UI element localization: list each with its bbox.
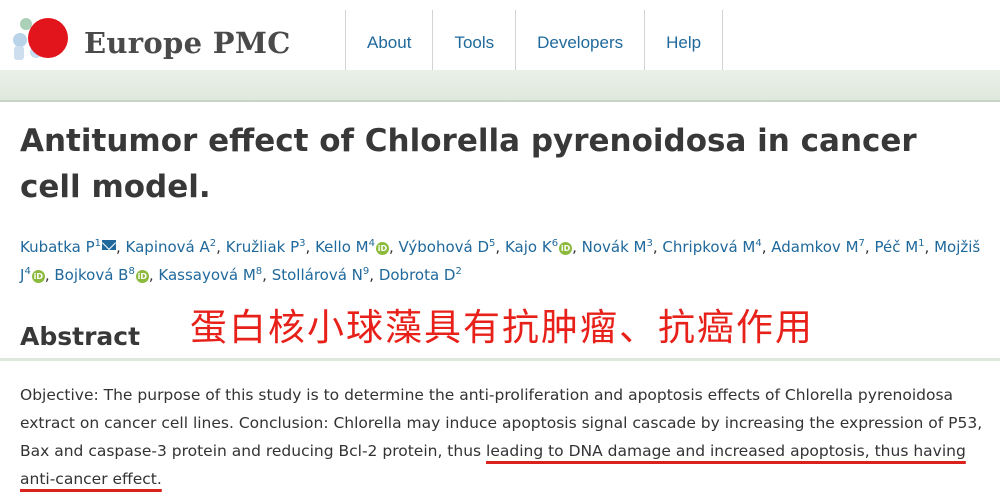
author-name: Adamkov M [771,238,859,256]
author-name: Kajo K [504,238,552,256]
author-separator: , [116,238,126,256]
author-name: Stollárová N [271,266,363,284]
mail-icon[interactable] [102,240,116,250]
author-separator: , [148,266,159,284]
affiliation-number: 8 [128,266,135,277]
article-title: Antitumor effect of Chlorella pyrenoidos… [20,123,917,205]
author-name: Chripková M [662,238,756,256]
nav-tools[interactable]: Tools [432,10,515,70]
site-header: Europe PMC About Tools Developers Help [0,0,1000,70]
author-name: Bojková B [54,266,129,284]
author-link[interactable]: Kapinová A2 [126,238,217,256]
author-link[interactable]: Dobrota D2 [379,266,462,284]
orcid-icon[interactable]: iD [559,242,573,255]
author-separator: , [572,238,582,256]
author-separator: , [652,238,663,256]
affiliation-number: 6 [551,238,559,249]
header-band-shadow [0,100,1000,102]
author-link[interactable]: Kubatka P1 [20,238,116,256]
author-separator: , [369,266,379,284]
author-link[interactable]: Kello M4 iD [315,238,389,256]
affiliation-number: 2 [455,266,462,277]
author-name: Dobrota D [378,266,456,284]
author-separator: , [262,266,272,284]
author-link[interactable]: Péč M1 [874,238,924,256]
author-name: Novák M [581,238,647,256]
orcid-icon[interactable]: iD [375,242,389,255]
author-link[interactable]: Novák M3 [582,238,653,256]
author-link[interactable]: Chripková M4 [662,238,761,256]
author-separator: , [388,238,399,256]
author-link[interactable]: Bojková B8 iD [54,266,149,284]
author-name: Kello M [315,238,369,256]
abstract-heading: Abstract [20,322,141,351]
nav-help[interactable]: Help [644,10,724,70]
author-separator: , [761,238,772,256]
author-separator: , [924,238,935,256]
author-separator: , [495,238,505,256]
main-nav: About Tools Developers Help [345,10,724,70]
author-list: Kubatka P1, Kapinová A2, Kružliak P3, Ke… [20,233,985,289]
abstract-text: Objective: The purpose of this study is … [20,381,995,493]
author-separator: , [44,266,55,284]
chinese-annotation: 蛋白核小球藻具有抗肿瘤、抗癌作用 [190,306,814,349]
author-name: Kapinová A [125,238,210,256]
author-name: Kružliak P [225,238,300,256]
orcid-icon[interactable]: iD [31,270,45,283]
author-link[interactable]: Výbohová D5 [399,238,496,256]
author-name: Kassayová M [158,266,256,284]
author-link[interactable]: Adamkov M7 [771,238,865,256]
nav-about[interactable]: About [345,10,432,70]
author-link[interactable]: Kassayová M8 [158,266,262,284]
author-link[interactable]: Kajo K6 iD [504,238,573,256]
affiliation-number: 4 [368,238,375,249]
europe-pmc-logo[interactable] [10,10,90,66]
author-separator: , [305,238,316,256]
header-band [0,70,1000,102]
author-separator: , [216,238,226,256]
author-name: Výbohová D [398,238,490,256]
author-name: Kubatka P [20,238,95,256]
abstract-divider [0,358,1000,361]
orcid-icon[interactable]: iD [135,270,149,283]
site-name[interactable]: Europe PMC [84,26,291,60]
nav-developers[interactable]: Developers [515,10,644,70]
affiliation-number: 4 [24,266,31,277]
author-link[interactable]: Stollárová N9 [272,266,370,284]
author-name: Péč M [874,238,919,256]
affiliation-number: 1 [94,238,101,249]
author-link[interactable]: Kružliak P3 [226,238,306,256]
